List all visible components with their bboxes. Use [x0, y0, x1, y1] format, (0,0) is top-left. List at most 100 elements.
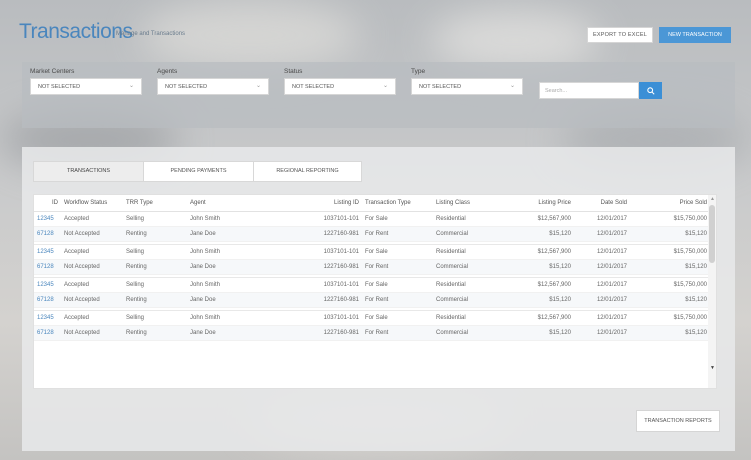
cell-listing-class: Commercial	[433, 259, 505, 275]
cell-transaction-type: For Sale	[362, 310, 433, 326]
cell-workflow-status: Not Accepted	[61, 226, 123, 242]
cell-workflow-status: Accepted	[61, 244, 123, 260]
filter-label: Agents	[157, 68, 178, 75]
cell-date-sold: 12/01/2017	[574, 244, 630, 260]
column-header-listing-id[interactable]: Listing ID	[294, 195, 362, 212]
cell-id[interactable]: 12345	[34, 277, 61, 293]
cell-price-sold: $15,750,000	[630, 211, 710, 227]
filter-status: Status NOT SELECTED ⌄	[284, 68, 396, 95]
cell-workflow-status: Not Accepted	[61, 292, 123, 308]
table-row[interactable]: 12345 Accepted Selling John Smith 1037101-10…	[34, 211, 710, 227]
cell-listing-price: $15,120	[505, 226, 574, 242]
table-row[interactable]: 67128 Not Accepted Renting Jane Doe 1227160-…	[34, 325, 710, 341]
select-value: NOT SELECTED	[38, 84, 81, 90]
scroll-down-icon[interactable]: ▼	[710, 365, 715, 371]
cell-agent: Jane Doe	[187, 325, 294, 341]
table-row[interactable]: 12345 Accepted Selling John Smith 1037101-10…	[34, 310, 710, 326]
cell-listing-class: Residential	[433, 211, 505, 227]
cell-listing-id: 1227160-981	[294, 226, 362, 242]
cell-price-sold: $15,120	[630, 292, 710, 308]
search-button[interactable]	[639, 82, 662, 99]
tab-transactions[interactable]: TRANSACTIONS	[33, 161, 144, 182]
filter-market-centers: Market Centers NOT SELECTED ⌄	[30, 68, 142, 95]
cell-date-sold: 12/01/2017	[574, 211, 630, 227]
cell-agent: John Smith	[187, 277, 294, 293]
column-header-workflow-status[interactable]: Workflow Status	[61, 195, 123, 212]
cell-agent: John Smith	[187, 310, 294, 326]
column-header-listing-price[interactable]: Listing Price	[505, 195, 574, 212]
cell-id[interactable]: 67128	[34, 259, 61, 275]
transactions-table: ID Workflow Status TRR Type Agent Listin…	[33, 194, 717, 389]
cell-transaction-type: For Rent	[362, 292, 433, 308]
cell-listing-id: 1227160-981	[294, 259, 362, 275]
cell-date-sold: 12/01/2017	[574, 292, 630, 308]
column-header-agent[interactable]: Agent	[187, 195, 294, 212]
filter-agents: Agents NOT SELECTED ⌄	[157, 68, 269, 95]
filter-label: Market Centers	[30, 68, 75, 75]
cell-transaction-type: For Rent	[362, 226, 433, 242]
export-to-excel-button[interactable]: EXPORT TO EXCEL	[587, 27, 653, 43]
cell-listing-id: 1227160-981	[294, 325, 362, 341]
cell-date-sold: 12/01/2017	[574, 325, 630, 341]
cell-id[interactable]: 67128	[34, 325, 61, 341]
table-row[interactable]: 67128 Not Accepted Renting Jane Doe 1227160-…	[34, 226, 710, 242]
cell-listing-class: Commercial	[433, 292, 505, 308]
cell-listing-id: 1037101-101	[294, 211, 362, 227]
chevron-down-icon: ⌄	[255, 83, 261, 89]
chevron-down-icon: ⌄	[509, 83, 515, 89]
cell-listing-price: $12,567,900	[505, 244, 574, 260]
cell-id[interactable]: 67128	[34, 226, 61, 242]
cell-agent: Jane Doe	[187, 226, 294, 242]
column-header-date-sold[interactable]: Date Sold	[574, 195, 630, 212]
type-select[interactable]: NOT SELECTED ⌄	[411, 78, 523, 95]
cell-transaction-type: For Sale	[362, 277, 433, 293]
table-row[interactable]: 67128 Not Accepted Renting Jane Doe 1227160-…	[34, 292, 710, 308]
column-header-listing-class[interactable]: Listing Class	[433, 195, 505, 212]
cell-listing-class: Commercial	[433, 226, 505, 242]
table-row[interactable]: 12345 Accepted Selling John Smith 1037101-10…	[34, 244, 710, 260]
scroll-thumb[interactable]	[709, 205, 715, 263]
select-value: NOT SELECTED	[419, 84, 462, 90]
cell-listing-id: 1037101-101	[294, 277, 362, 293]
agents-select[interactable]: NOT SELECTED ⌄	[157, 78, 269, 95]
scroll-up-icon[interactable]: ▲	[710, 196, 715, 202]
cell-price-sold: $15,120	[630, 325, 710, 341]
new-transaction-button[interactable]: NEW TRANSACTION	[659, 27, 731, 43]
cell-price-sold: $15,120	[630, 226, 710, 242]
table-scrollbar[interactable]: ▲ ▼	[708, 195, 716, 388]
column-header-price-sold[interactable]: Price Sold	[630, 195, 710, 212]
cell-agent: Jane Doe	[187, 292, 294, 308]
transactions-panel: TRANSACTIONS PENDING PAYMENTS REGIONAL R…	[22, 147, 735, 451]
cell-id[interactable]: 67128	[34, 292, 61, 308]
cell-trr-type: Selling	[123, 244, 187, 260]
column-header-trr-type[interactable]: TRR Type	[123, 195, 187, 212]
table-row[interactable]: 67128 Not Accepted Renting Jane Doe 1227160-…	[34, 259, 710, 275]
chevron-down-icon: ⌄	[382, 83, 388, 89]
cell-agent: John Smith	[187, 244, 294, 260]
column-header-id[interactable]: ID	[34, 195, 61, 212]
cell-id[interactable]: 12345	[34, 244, 61, 260]
filter-label: Status	[284, 68, 303, 75]
tab-pending-payments[interactable]: PENDING PAYMENTS	[143, 161, 254, 182]
select-value: NOT SELECTED	[292, 84, 335, 90]
cell-transaction-type: For Rent	[362, 325, 433, 341]
cell-trr-type: Renting	[123, 325, 187, 341]
cell-id[interactable]: 12345	[34, 211, 61, 227]
search-input[interactable]: Search...	[539, 82, 639, 99]
transaction-reports-button[interactable]: TRANSACTION REPORTS	[636, 410, 720, 432]
cell-id[interactable]: 12345	[34, 310, 61, 326]
cell-date-sold: 12/01/2017	[574, 259, 630, 275]
tab-regional-reporting[interactable]: REGIONAL REPORTING	[253, 161, 362, 182]
cell-date-sold: 12/01/2017	[574, 310, 630, 326]
table-row[interactable]: 12345 Accepted Selling John Smith 1037101-10…	[34, 277, 710, 293]
cell-price-sold: $15,750,000	[630, 310, 710, 326]
market-centers-select[interactable]: NOT SELECTED ⌄	[30, 78, 142, 95]
cell-date-sold: 12/01/2017	[574, 277, 630, 293]
cell-listing-id: 1037101-101	[294, 244, 362, 260]
cell-price-sold: $15,120	[630, 259, 710, 275]
select-value: NOT SELECTED	[165, 84, 208, 90]
column-header-transaction-type[interactable]: Transaction Type	[362, 195, 433, 212]
cell-agent: John Smith	[187, 211, 294, 227]
status-select[interactable]: NOT SELECTED ⌄	[284, 78, 396, 95]
filter-panel: Market Centers NOT SELECTED ⌄ Agents NOT…	[22, 62, 735, 128]
